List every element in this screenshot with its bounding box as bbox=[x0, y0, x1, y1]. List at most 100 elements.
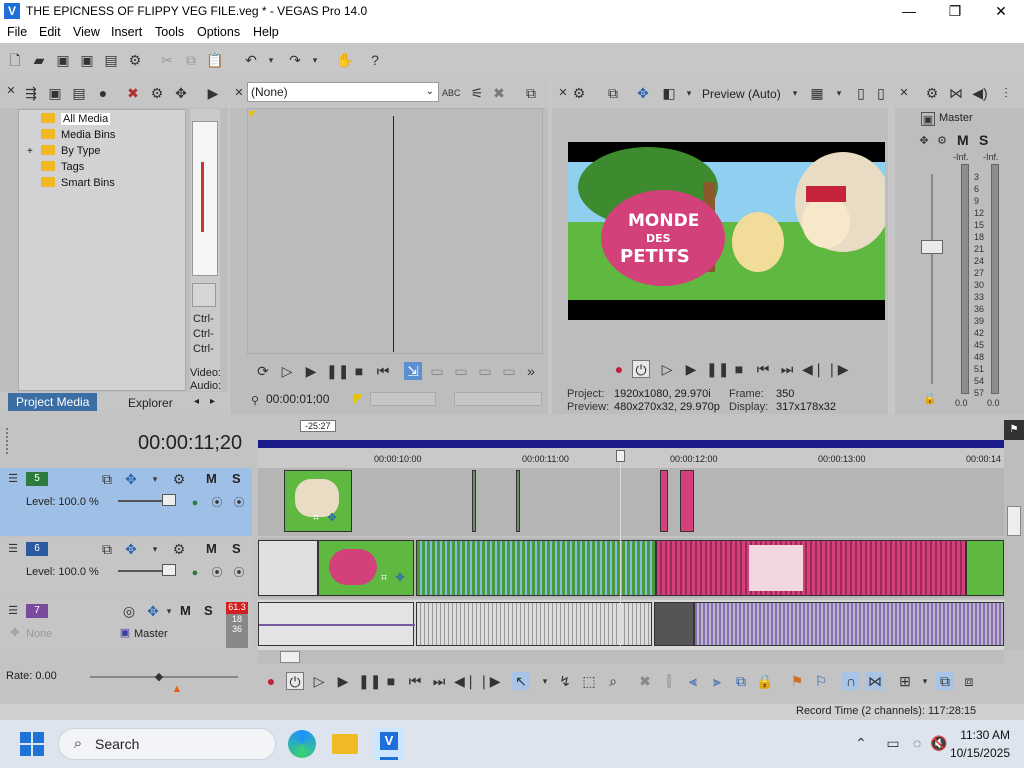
undo-icon[interactable]: ↶ bbox=[242, 51, 260, 69]
delete-icon[interactable]: ✖ bbox=[636, 672, 654, 690]
save-snapshot-icon[interactable]: ▯ bbox=[872, 84, 890, 102]
overlays-dropdown-icon[interactable]: ▾ bbox=[830, 84, 848, 102]
track-gear-icon[interactable]: ⚙ bbox=[170, 540, 188, 558]
video-fx-icon[interactable]: ✥ bbox=[634, 84, 652, 102]
add-to-timeline-icon[interactable]: ⇲ bbox=[404, 362, 422, 380]
region-marker[interactable]: -25:27 bbox=[300, 420, 336, 432]
master-gear-icon[interactable]: ⚙ bbox=[935, 134, 949, 148]
open-folder-icon[interactable]: ▰ bbox=[30, 51, 48, 69]
enable-snapping-icon[interactable]: ✋ bbox=[336, 51, 354, 69]
snapping-magnet-icon[interactable]: ∩ bbox=[842, 672, 860, 690]
tree-item-by-type[interactable]: + By Type bbox=[27, 144, 101, 159]
video-clip-sliver[interactable] bbox=[516, 470, 520, 532]
trimmer-cursor-line[interactable] bbox=[393, 116, 394, 352]
menu-edit[interactable]: Edit bbox=[39, 25, 61, 39]
vegas-pro-taskbar-icon[interactable]: V bbox=[374, 728, 404, 760]
show-hidden-icons-chevron-up-icon[interactable]: ⌃ bbox=[852, 734, 870, 752]
menu-file[interactable]: File bbox=[7, 25, 27, 39]
track-lane-7[interactable] bbox=[258, 600, 1004, 650]
more-icon[interactable]: » bbox=[522, 362, 540, 380]
split-screen-icon[interactable]: ◧ bbox=[660, 84, 678, 102]
loop-playback-icon[interactable]: ⏻ bbox=[632, 360, 650, 378]
menu-view[interactable]: View bbox=[73, 25, 100, 39]
track-fx-icon[interactable]: ✥ bbox=[122, 540, 140, 558]
next-frame-icon[interactable]: ❘▶ bbox=[478, 672, 501, 690]
fx-dropdown-icon[interactable]: ▾ bbox=[146, 540, 164, 558]
paste-icon[interactable]: 📋 bbox=[206, 51, 224, 69]
trimmer-zoom[interactable] bbox=[454, 392, 542, 406]
video-clip-sliver[interactable] bbox=[680, 470, 694, 532]
expand-icon[interactable]: + bbox=[27, 144, 33, 159]
pause-icon[interactable]: ❚❚ bbox=[358, 672, 381, 690]
properties-gear-icon[interactable]: ⚙ bbox=[126, 51, 144, 69]
level-slider-handle[interactable] bbox=[162, 494, 176, 506]
clear-trimmer-icon[interactable]: ⚟ bbox=[468, 84, 486, 102]
trim-end-icon[interactable]: ⫸ bbox=[708, 672, 726, 690]
pause-icon[interactable]: ❚❚ bbox=[706, 360, 729, 378]
web-media-icon[interactable]: ● bbox=[94, 84, 112, 102]
close-panel-icon[interactable]: ✕ bbox=[4, 84, 18, 98]
tree-item-smart-bins[interactable]: Smart Bins bbox=[41, 176, 115, 191]
display-icon[interactable]: ▭ bbox=[884, 734, 902, 752]
volume-muted-icon[interactable]: 🔇 bbox=[930, 734, 948, 752]
timeline-ruler[interactable] bbox=[258, 448, 1004, 470]
close-button[interactable]: ✕ bbox=[978, 0, 1024, 22]
video-clip[interactable]: ⌗ ✥ bbox=[318, 540, 414, 596]
flag-icon[interactable]: ⚑ bbox=[1004, 420, 1024, 440]
get-media-icon[interactable]: ▤ bbox=[70, 84, 88, 102]
copy-snapshot-icon[interactable]: ▯ bbox=[852, 84, 870, 102]
go-to-end-icon[interactable]: ⏭ bbox=[430, 672, 448, 690]
clip-fx-icon[interactable]: ✥ bbox=[393, 571, 407, 585]
preview-video-frame[interactable]: MONDE DES PETITS bbox=[568, 142, 885, 320]
network-icon[interactable]: ◌ bbox=[908, 734, 926, 752]
next-frame-icon[interactable]: ❘▶ bbox=[826, 360, 849, 378]
solo-button[interactable]: S bbox=[232, 541, 241, 556]
minimize-button[interactable]: — bbox=[886, 0, 932, 22]
play-icon[interactable]: ▶ bbox=[682, 360, 700, 378]
menu-help[interactable]: Help bbox=[253, 25, 279, 39]
loop-icon[interactable]: ⟳ bbox=[254, 362, 272, 380]
overlays-grid-icon[interactable]: ▦ bbox=[808, 84, 826, 102]
go-to-end-icon[interactable]: ⏭ bbox=[778, 360, 796, 378]
whats-this-help-icon[interactable]: ? bbox=[366, 51, 384, 69]
track-gear-icon[interactable]: ⚙ bbox=[170, 470, 188, 488]
cut-icon[interactable]: ✂ bbox=[158, 51, 176, 69]
video-clip[interactable] bbox=[656, 540, 966, 596]
preview-properties-icon[interactable]: ⚙ bbox=[570, 84, 588, 102]
track-header-7[interactable]: ☰ 7 ◎ ✥ ▾ M S ✥ None ▣ Master 61.3 18 36 bbox=[0, 600, 252, 650]
track-header-6[interactable]: ☰ 6 ⧉ ✥ ▾ ⚙ M S Level: 100.0 % ● ⦿ ⦿ bbox=[0, 538, 252, 598]
level-slider-handle[interactable] bbox=[162, 564, 176, 576]
remove-icon[interactable]: ✖ bbox=[490, 84, 508, 102]
master-fx-icon[interactable]: ✥ bbox=[917, 134, 931, 148]
video-clip-sliver[interactable] bbox=[660, 470, 668, 532]
play-from-start-icon[interactable]: ▷ bbox=[310, 672, 328, 690]
input-none-label[interactable]: None bbox=[26, 628, 52, 640]
save-icon[interactable]: ▣ bbox=[54, 51, 72, 69]
video-clip[interactable]: ⌗ ✥ bbox=[284, 470, 352, 532]
track-motion-icon[interactable]: ⧉ bbox=[98, 540, 116, 558]
split-icon[interactable]: ⧉ bbox=[732, 672, 750, 690]
crop-icon[interactable]: ⌗ bbox=[377, 571, 391, 585]
go-to-start-icon[interactable]: ⏮ bbox=[406, 672, 424, 690]
media-properties-icon[interactable]: ⚙ bbox=[148, 84, 166, 102]
edit-tool-dropdown-icon[interactable]: ▾ bbox=[536, 672, 554, 690]
output-master-label[interactable]: Master bbox=[134, 628, 168, 640]
crop-icon[interactable]: ⌗ bbox=[309, 511, 323, 525]
track-motion-icon[interactable]: ⧉ bbox=[98, 470, 116, 488]
play-cursor-handle[interactable] bbox=[616, 450, 625, 462]
trimmer-options-icon[interactable]: ⧉ bbox=[522, 84, 540, 102]
clock-time[interactable]: 11:30 AM bbox=[960, 728, 1010, 742]
capture-video-icon[interactable]: ▣ bbox=[46, 84, 64, 102]
play-icon[interactable]: ▶ bbox=[302, 362, 320, 380]
previous-frame-icon[interactable]: ◀❘ bbox=[454, 672, 477, 690]
audio-clip[interactable] bbox=[258, 602, 415, 646]
tab-scroll-right-icon[interactable]: ▸ bbox=[210, 396, 215, 407]
mute-button[interactable]: M bbox=[206, 471, 217, 486]
fx-dropdown-icon[interactable]: ▾ bbox=[160, 602, 178, 620]
drag-grip[interactable] bbox=[6, 428, 12, 454]
trim-icon[interactable]: ⫿ bbox=[660, 672, 678, 690]
record-icon[interactable]: ● bbox=[610, 360, 628, 378]
quality-dropdown-icon[interactable]: ▾ bbox=[786, 84, 804, 102]
child-icon[interactable]: ⦿ bbox=[232, 566, 246, 580]
timeline-play-cursor[interactable] bbox=[620, 454, 621, 650]
